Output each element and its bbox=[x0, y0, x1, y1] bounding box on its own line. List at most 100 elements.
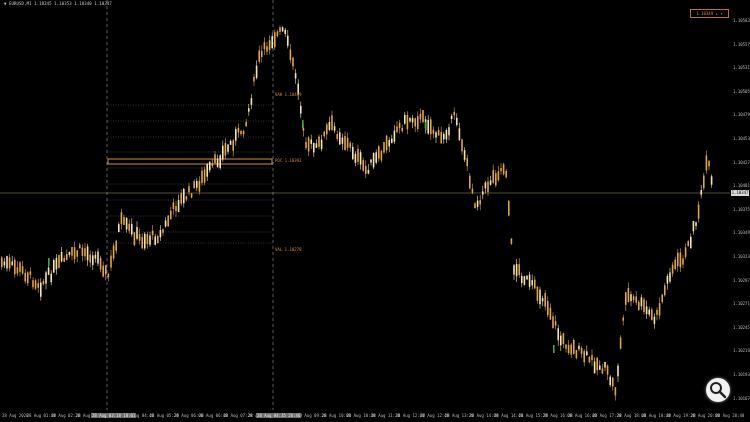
candle bbox=[224, 143, 227, 156]
candle bbox=[411, 117, 414, 123]
candle bbox=[476, 200, 479, 207]
candle bbox=[547, 301, 549, 316]
candle bbox=[593, 361, 596, 374]
candle bbox=[640, 297, 643, 307]
candle bbox=[206, 164, 208, 177]
candle bbox=[567, 344, 570, 353]
candle bbox=[643, 299, 645, 312]
candle bbox=[193, 181, 195, 189]
candle bbox=[349, 142, 351, 148]
candle bbox=[162, 229, 164, 233]
candle bbox=[84, 248, 86, 257]
candle bbox=[42, 280, 45, 285]
candle bbox=[136, 227, 138, 239]
val-label: VAL 1.10278 bbox=[275, 247, 302, 252]
candle bbox=[289, 49, 292, 61]
candle bbox=[172, 202, 175, 210]
candle bbox=[692, 221, 695, 232]
candle bbox=[583, 351, 585, 363]
candle bbox=[612, 377, 614, 387]
candle bbox=[445, 130, 448, 140]
candle bbox=[120, 212, 123, 225]
candle bbox=[248, 108, 250, 112]
candle-green bbox=[48, 258, 50, 266]
candle bbox=[500, 168, 502, 172]
candle bbox=[653, 316, 656, 324]
candle bbox=[235, 129, 237, 141]
candle bbox=[180, 193, 182, 204]
candle bbox=[638, 301, 640, 310]
candle bbox=[183, 188, 185, 204]
candle bbox=[253, 76, 255, 82]
candle bbox=[619, 337, 622, 349]
candle bbox=[258, 50, 260, 62]
price-axis[interactable]: 1.10583 1.10557 1.10531 1.10505 1.10479 1.104… bbox=[730, 0, 750, 410]
candle bbox=[73, 247, 76, 260]
candle bbox=[560, 335, 562, 346]
candle bbox=[604, 361, 606, 368]
candle bbox=[16, 267, 19, 274]
candle bbox=[326, 124, 328, 135]
candle bbox=[489, 180, 492, 185]
candle bbox=[229, 140, 232, 145]
price-tick: 1.10375 bbox=[733, 206, 750, 212]
price-tick: 1.10219 bbox=[733, 348, 750, 354]
candle bbox=[71, 247, 73, 256]
candle bbox=[66, 254, 68, 260]
candle bbox=[492, 170, 494, 183]
candle bbox=[463, 150, 466, 160]
candle bbox=[188, 186, 190, 193]
candle bbox=[591, 354, 593, 361]
candle bbox=[92, 255, 94, 265]
candle bbox=[625, 292, 627, 305]
candle bbox=[523, 276, 526, 285]
candle bbox=[495, 173, 497, 186]
candle bbox=[554, 321, 557, 326]
candle bbox=[534, 279, 536, 289]
candle bbox=[531, 280, 533, 286]
candle bbox=[417, 116, 419, 130]
candle bbox=[60, 252, 63, 262]
candle bbox=[671, 264, 674, 274]
candle bbox=[586, 351, 588, 356]
candle bbox=[3, 261, 6, 266]
candle bbox=[331, 115, 333, 131]
price-chart[interactable] bbox=[0, 0, 730, 410]
time-axis[interactable]: 28 Aug 2020 28 Aug 01:40 28 Aug 02:20 28 Au… bbox=[0, 410, 744, 422]
candle bbox=[687, 241, 689, 246]
candle bbox=[318, 136, 320, 147]
candle bbox=[658, 303, 661, 316]
zoom-button[interactable] bbox=[706, 378, 730, 402]
candle bbox=[700, 190, 702, 195]
candle bbox=[294, 73, 297, 79]
candle bbox=[430, 119, 432, 135]
candle bbox=[518, 264, 520, 276]
candle bbox=[627, 287, 630, 303]
candle bbox=[536, 286, 539, 301]
candle bbox=[599, 365, 601, 370]
candle bbox=[632, 296, 635, 301]
candle bbox=[588, 357, 591, 363]
candle bbox=[185, 196, 188, 200]
candle bbox=[365, 165, 367, 174]
candle bbox=[133, 232, 136, 246]
candle bbox=[149, 235, 151, 245]
candle bbox=[138, 234, 141, 241]
candle bbox=[211, 163, 214, 167]
candle bbox=[682, 258, 684, 265]
candle bbox=[115, 240, 117, 251]
candle bbox=[578, 345, 580, 350]
candle bbox=[380, 151, 383, 161]
candle bbox=[27, 272, 29, 284]
candle bbox=[307, 137, 310, 152]
candle bbox=[146, 234, 149, 244]
candle bbox=[471, 188, 474, 193]
candle bbox=[310, 139, 312, 144]
candle bbox=[526, 275, 528, 280]
candle bbox=[484, 182, 487, 189]
candle bbox=[502, 164, 505, 175]
candle bbox=[94, 254, 97, 259]
candle bbox=[263, 42, 266, 50]
candle bbox=[47, 267, 50, 275]
chart-window[interactable]: ▼ EURUSD,M1 1.10345 1.10353 1.10340 1.10… bbox=[0, 0, 750, 422]
